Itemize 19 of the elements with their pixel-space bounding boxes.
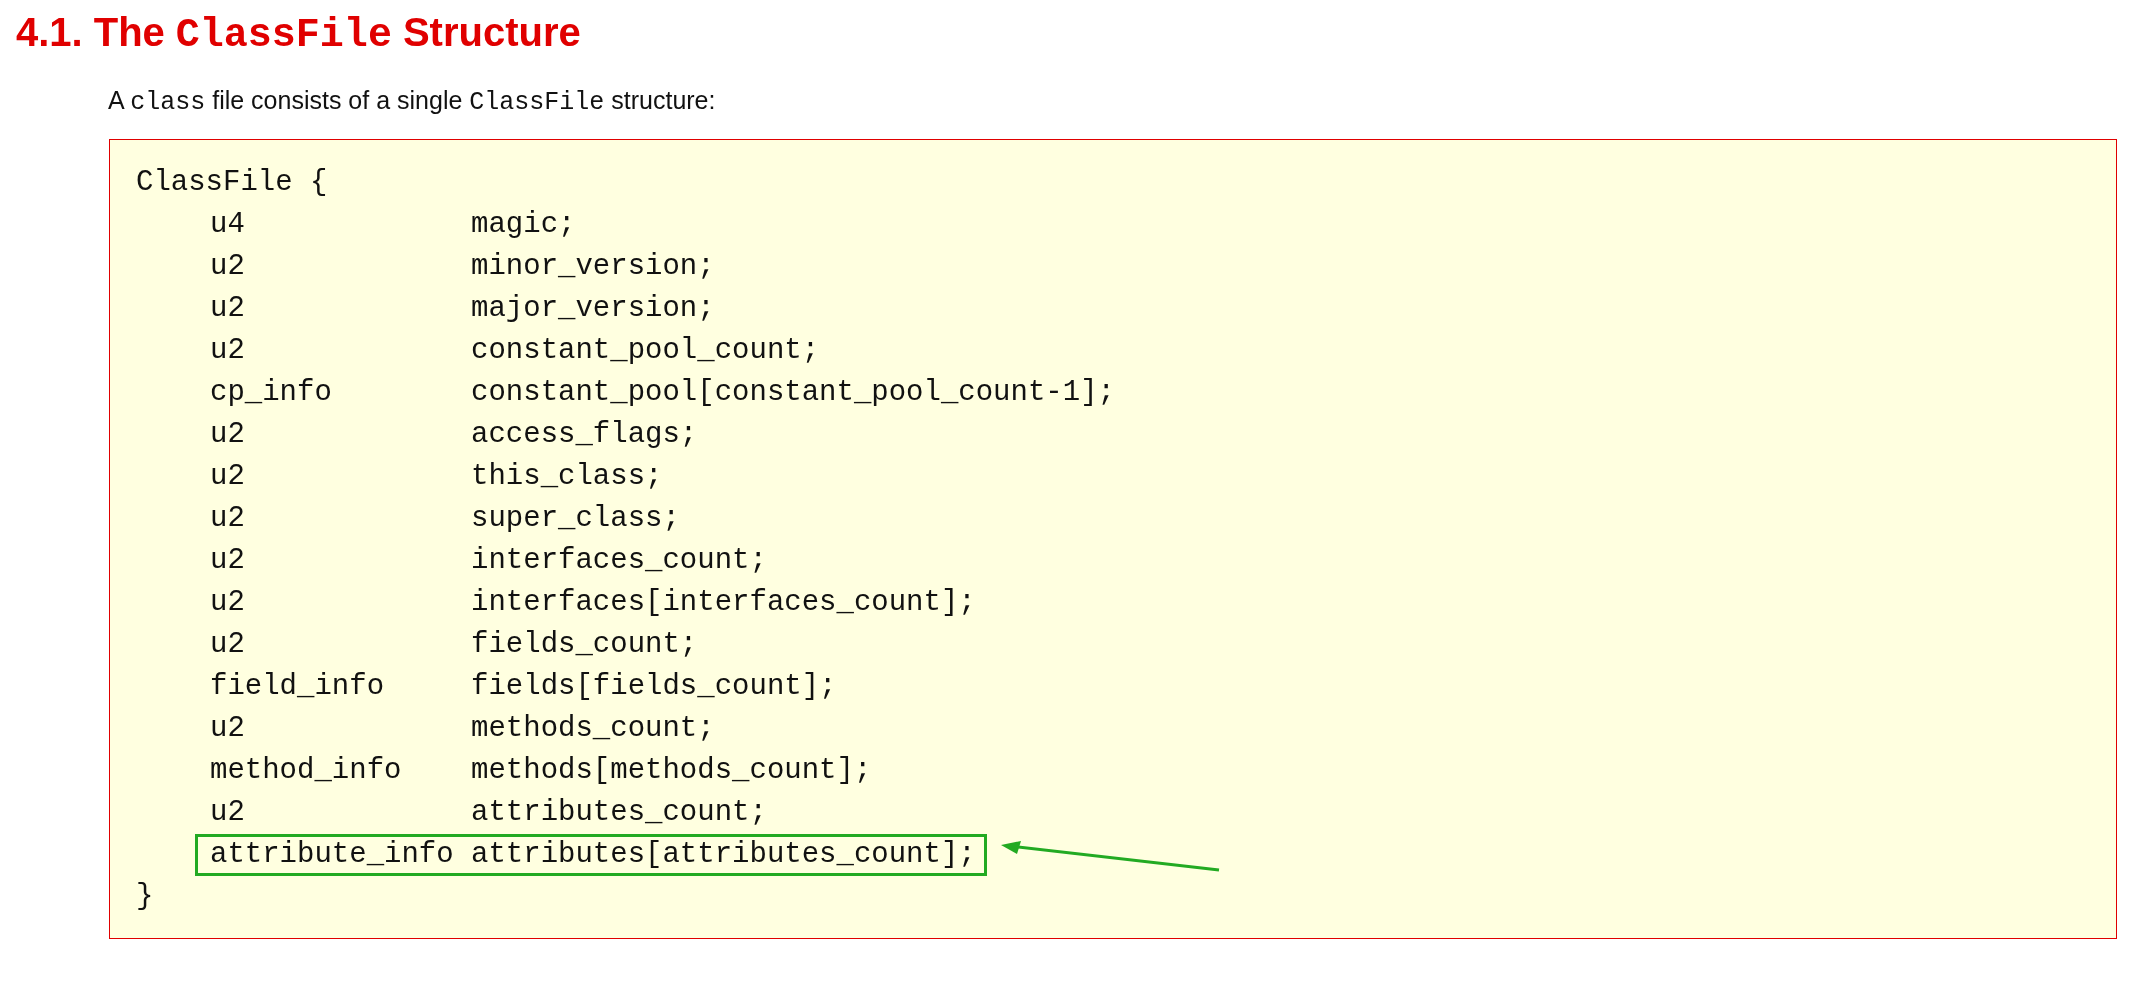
code-line: field_info fields[fields_count]; bbox=[209, 669, 838, 705]
code-line: u2 interfaces[interfaces_count]; bbox=[209, 585, 977, 621]
code-line: u2 minor_version; bbox=[209, 249, 716, 285]
code-line: u2 super_class; bbox=[209, 501, 681, 537]
code-line: ClassFile { bbox=[136, 165, 328, 201]
code-line: u2 access_flags; bbox=[209, 417, 699, 453]
code-line: cp_info constant_pool[constant_pool_count-1]; bbox=[209, 375, 1116, 411]
code-line: u2 constant_pool_count; bbox=[209, 333, 821, 369]
code-line: method_info methods[methods_count]; bbox=[209, 753, 873, 789]
code-line: u2 this_class; bbox=[209, 459, 664, 495]
code-line: } bbox=[136, 879, 154, 915]
code-line: u2 major_version; bbox=[209, 291, 716, 327]
intro-paragraph: A class file consists of a single ClassFile structure: bbox=[108, 86, 717, 117]
code-line: u2 attributes_count; bbox=[209, 795, 768, 831]
code-line: u2 interfaces_count; bbox=[209, 543, 768, 579]
section-heading: 4.1. The ClassFile Structure bbox=[16, 10, 582, 58]
code-line: u2 fields_count; bbox=[209, 627, 699, 663]
code-line: u4 magic; bbox=[209, 207, 577, 243]
code-line: u2 methods_count; bbox=[209, 711, 716, 747]
